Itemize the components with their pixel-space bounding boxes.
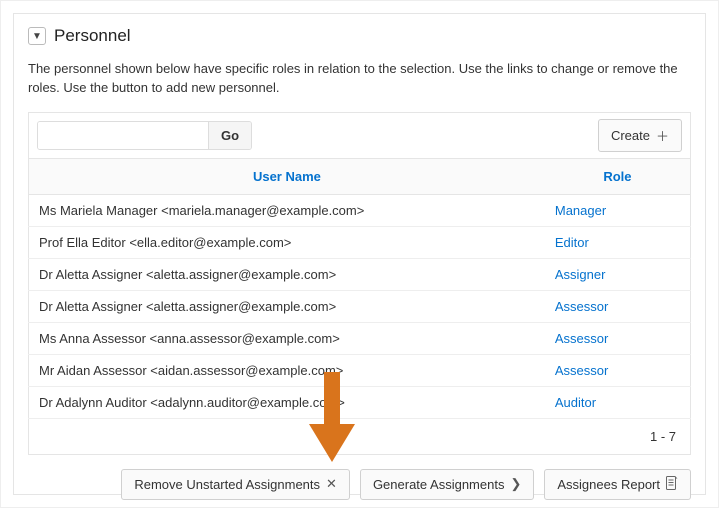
role-cell: Auditor xyxy=(545,386,691,418)
generate-assignments-button[interactable]: Generate Assignments ❯ xyxy=(360,469,534,500)
role-cell: Assigner xyxy=(545,258,691,290)
role-link[interactable]: Auditor xyxy=(555,395,596,410)
panel-title: Personnel xyxy=(54,26,131,46)
search-group: Go xyxy=(37,121,252,150)
plus-icon: ＋ xyxy=(656,126,669,145)
role-link[interactable]: Manager xyxy=(555,203,606,218)
table-row: Prof Ella Editor <ella.editor@example.co… xyxy=(29,226,691,258)
role-link[interactable]: Assigner xyxy=(555,267,606,282)
user-cell: Dr Aletta Assigner <aletta.assigner@exam… xyxy=(29,290,545,322)
document-icon xyxy=(666,476,678,493)
caret-down-icon: ▼ xyxy=(32,31,42,42)
personnel-table: User Name Role Ms Mariela Manager <marie… xyxy=(28,158,691,419)
role-link[interactable]: Assessor xyxy=(555,363,608,378)
toolbar: Go Create ＋ xyxy=(28,112,691,158)
role-link[interactable]: Editor xyxy=(555,235,589,250)
remove-unstarted-button[interactable]: Remove Unstarted Assignments ✕ xyxy=(121,469,350,500)
user-cell: Dr Adalynn Auditor <adalynn.auditor@exam… xyxy=(29,386,545,418)
column-header-user[interactable]: User Name xyxy=(29,158,545,194)
role-cell: Editor xyxy=(545,226,691,258)
role-link[interactable]: Assessor xyxy=(555,299,608,314)
role-cell: Assessor xyxy=(545,290,691,322)
collapse-toggle[interactable]: ▼ xyxy=(28,27,46,45)
pagination: 1 - 7 xyxy=(28,419,691,455)
column-header-role[interactable]: Role xyxy=(545,158,691,194)
create-button[interactable]: Create ＋ xyxy=(598,119,682,152)
panel-description: The personnel shown below have specific … xyxy=(28,60,691,98)
role-cell: Manager xyxy=(545,194,691,226)
user-cell: Prof Ella Editor <ella.editor@example.co… xyxy=(29,226,545,258)
action-bar: Remove Unstarted Assignments ✕ Generate … xyxy=(28,469,691,500)
chevron-right-icon: ❯ xyxy=(510,476,521,492)
assignees-report-label: Assignees Report xyxy=(557,477,660,492)
go-button[interactable]: Go xyxy=(208,122,251,149)
go-button-label: Go xyxy=(221,128,239,143)
assignees-report-button[interactable]: Assignees Report xyxy=(544,469,691,500)
table-row: Mr Aidan Assessor <aidan.assessor@exampl… xyxy=(29,354,691,386)
close-icon: ✕ xyxy=(326,476,337,492)
role-cell: Assessor xyxy=(545,322,691,354)
remove-unstarted-label: Remove Unstarted Assignments xyxy=(134,477,320,492)
table-row: Ms Mariela Manager <mariela.manager@exam… xyxy=(29,194,691,226)
user-cell: Ms Anna Assessor <anna.assessor@example.… xyxy=(29,322,545,354)
create-button-label: Create xyxy=(611,128,650,143)
user-cell: Mr Aidan Assessor <aidan.assessor@exampl… xyxy=(29,354,545,386)
table-row: Dr Aletta Assigner <aletta.assigner@exam… xyxy=(29,290,691,322)
user-cell: Ms Mariela Manager <mariela.manager@exam… xyxy=(29,194,545,226)
search-input[interactable] xyxy=(38,122,208,149)
user-cell: Dr Aletta Assigner <aletta.assigner@exam… xyxy=(29,258,545,290)
panel-header: ▼ Personnel xyxy=(28,26,691,46)
table-row: Dr Aletta Assigner <aletta.assigner@exam… xyxy=(29,258,691,290)
generate-assignments-label: Generate Assignments xyxy=(373,477,505,492)
table-row: Dr Adalynn Auditor <adalynn.auditor@exam… xyxy=(29,386,691,418)
role-link[interactable]: Assessor xyxy=(555,331,608,346)
table-row: Ms Anna Assessor <anna.assessor@example.… xyxy=(29,322,691,354)
role-cell: Assessor xyxy=(545,354,691,386)
